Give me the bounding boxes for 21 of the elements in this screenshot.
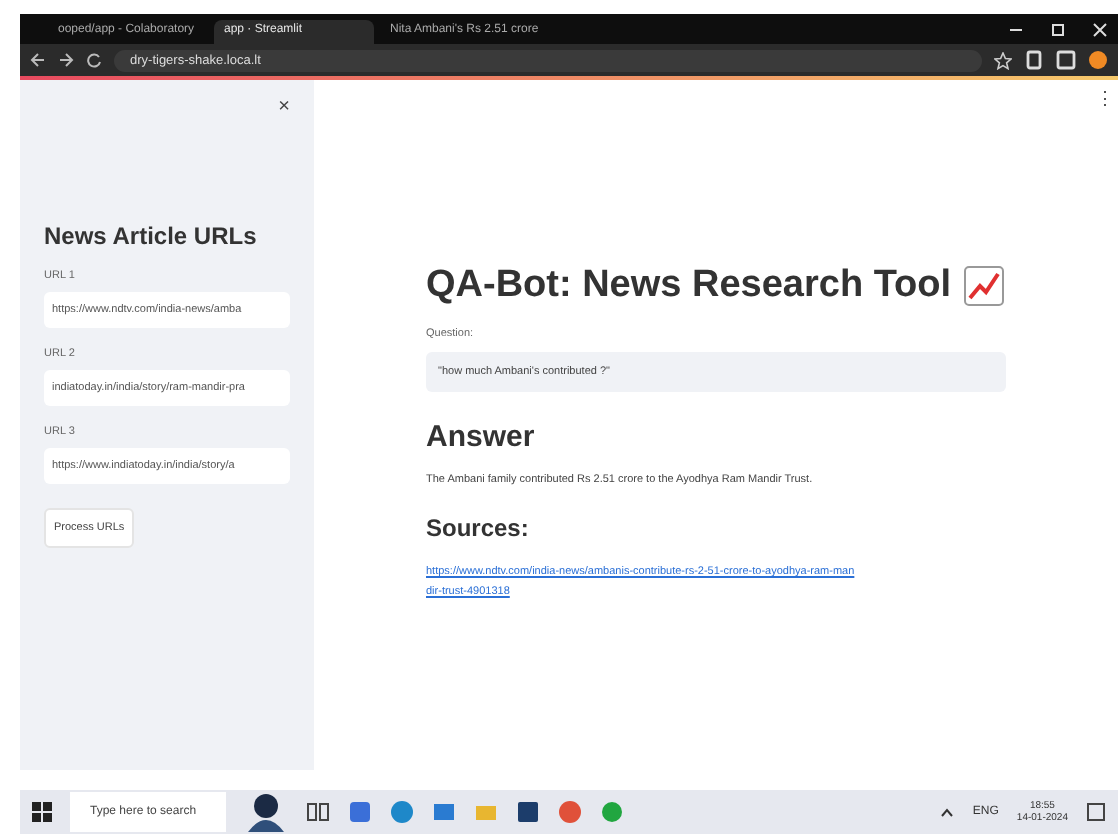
answer-heading: Answer xyxy=(426,420,537,454)
figure-icon[interactable] xyxy=(244,792,288,832)
back-icon[interactable] xyxy=(30,52,46,68)
windows-icon[interactable] xyxy=(32,802,52,822)
sidebar-title: News Article URLs xyxy=(44,222,259,250)
app-icon[interactable] xyxy=(348,800,372,824)
menu-icon[interactable]: ⋮ xyxy=(1096,88,1114,108)
chart-icon xyxy=(963,266,1004,306)
caret-icon[interactable] xyxy=(940,807,955,817)
sources-heading: Sources: xyxy=(426,514,531,542)
profile-icon[interactable] xyxy=(1088,50,1108,70)
task-view-icon[interactable] xyxy=(306,800,330,824)
close-button[interactable]: × xyxy=(278,96,290,118)
app-icon[interactable] xyxy=(600,800,624,824)
notification-icon[interactable] xyxy=(1086,802,1106,822)
star-icon[interactable] xyxy=(994,51,1012,69)
forward-icon[interactable] xyxy=(58,52,74,68)
reload-icon[interactable] xyxy=(86,52,102,68)
page-title: QA-Bot: News Research Tool xyxy=(426,264,952,308)
maximize-icon[interactable] xyxy=(1050,21,1066,37)
close-icon[interactable] xyxy=(1092,21,1108,37)
